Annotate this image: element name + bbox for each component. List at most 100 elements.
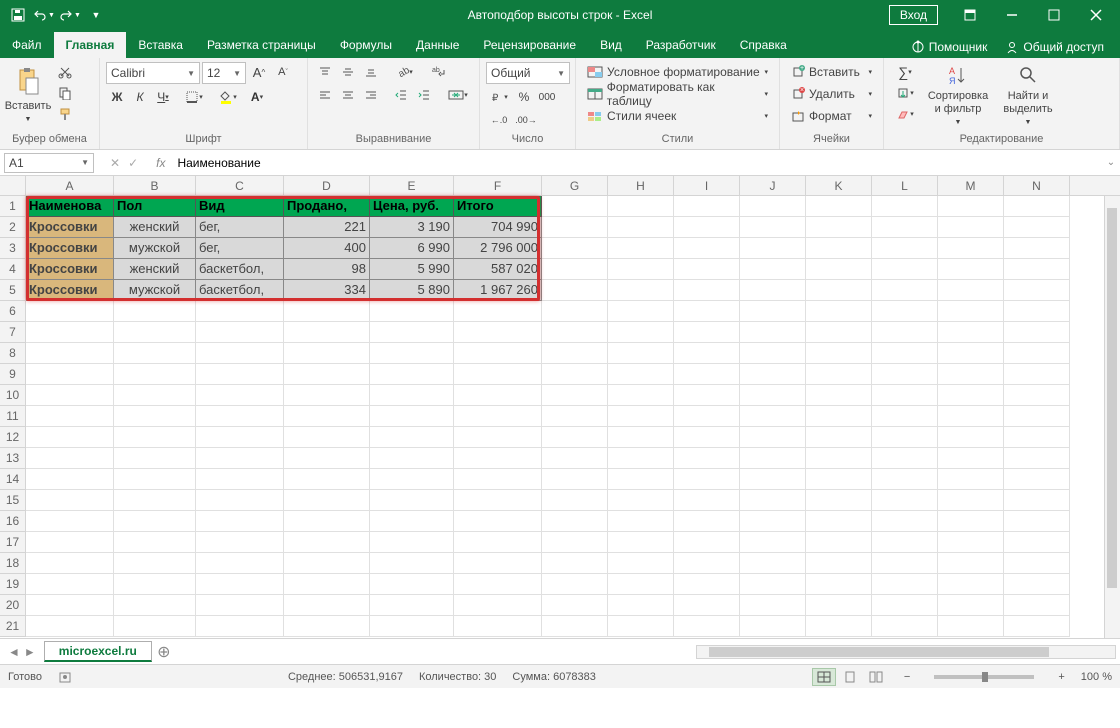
cell[interactable] [542,364,608,385]
cell[interactable] [370,532,454,553]
cell[interactable]: 5 990 [370,259,454,280]
col-header[interactable]: L [872,176,938,195]
row-header[interactable]: 12 [0,427,26,448]
cell[interactable] [196,553,284,574]
cell[interactable] [740,238,806,259]
clear-icon[interactable]: ▾ [890,104,920,124]
cell[interactable] [284,511,370,532]
cell[interactable] [674,490,740,511]
cell[interactable] [196,595,284,616]
cell[interactable] [608,553,674,574]
cell[interactable] [454,616,542,637]
cell[interactable]: Наименова [26,196,114,217]
zoom-slider[interactable] [934,675,1034,679]
cell[interactable] [674,448,740,469]
undo-icon[interactable]: ▼ [32,3,56,27]
cell[interactable] [114,511,196,532]
row-header[interactable]: 1 [0,196,26,217]
formula-expand-icon[interactable]: ⌄ [1102,157,1120,168]
cell[interactable] [938,511,1004,532]
cell[interactable]: 587 020 [454,259,542,280]
cell[interactable] [370,511,454,532]
cell[interactable] [284,448,370,469]
cell[interactable] [806,511,872,532]
cell[interactable] [370,364,454,385]
cell[interactable] [740,196,806,217]
cell[interactable] [938,469,1004,490]
cell[interactable] [674,553,740,574]
cell[interactable] [542,616,608,637]
col-header[interactable]: F [454,176,542,195]
cell[interactable] [674,469,740,490]
cell[interactable] [674,532,740,553]
format-painter-icon[interactable] [54,104,76,124]
cell[interactable] [370,469,454,490]
cell[interactable] [196,448,284,469]
cell[interactable] [608,595,674,616]
cell[interactable] [740,427,806,448]
row-header[interactable]: 9 [0,364,26,385]
col-header[interactable]: B [114,176,196,195]
cell[interactable] [1004,574,1070,595]
add-sheet-icon[interactable]: ⊕ [152,642,176,662]
row-header[interactable]: 14 [0,469,26,490]
cell[interactable] [872,490,938,511]
cell[interactable] [542,490,608,511]
cell[interactable] [608,448,674,469]
col-header[interactable]: A [26,176,114,195]
cell[interactable] [114,553,196,574]
row-header[interactable]: 15 [0,490,26,511]
cell[interactable] [938,343,1004,364]
cell[interactable] [608,217,674,238]
cell[interactable] [542,469,608,490]
cell[interactable] [370,616,454,637]
cell[interactable] [806,385,872,406]
cell[interactable] [114,385,196,406]
macro-record-icon[interactable] [58,670,72,684]
cell[interactable] [674,427,740,448]
cell[interactable] [806,196,872,217]
tab-вид[interactable]: Вид [588,32,634,58]
cell[interactable]: Кроссовки [26,259,114,280]
cell[interactable] [806,217,872,238]
cell[interactable] [740,280,806,301]
col-header[interactable]: K [806,176,872,195]
cell[interactable] [542,217,608,238]
cell[interactable] [806,553,872,574]
cell[interactable] [806,259,872,280]
cell[interactable] [674,238,740,259]
save-icon[interactable] [6,3,30,27]
col-header[interactable]: N [1004,176,1070,195]
cell[interactable] [938,427,1004,448]
cell[interactable] [806,238,872,259]
copy-icon[interactable] [54,83,76,103]
cell[interactable] [26,448,114,469]
cell[interactable] [806,364,872,385]
font-size-combo[interactable]: 12▼ [202,62,246,84]
worksheet-grid[interactable]: ABCDEFGHIJKLMN 1НаименоваПолВидПродано,Ц… [0,176,1120,638]
font-color-icon[interactable]: A▾ [243,87,271,107]
cell[interactable] [114,427,196,448]
cell[interactable]: 6 990 [370,238,454,259]
cell[interactable] [938,217,1004,238]
cell[interactable] [370,595,454,616]
fx-icon[interactable]: fx [150,156,171,170]
normal-view-icon[interactable] [812,668,836,686]
close-icon[interactable] [1076,1,1116,29]
merge-icon[interactable]: ▾ [443,85,473,105]
row-header[interactable]: 2 [0,217,26,238]
cell[interactable] [114,490,196,511]
cell[interactable] [454,364,542,385]
tab-разработчик[interactable]: Разработчик [634,32,728,58]
align-bottom-icon[interactable] [360,62,382,82]
cell[interactable] [542,280,608,301]
format-table-button[interactable]: Форматировать как таблицу▾ [582,84,773,104]
cell[interactable] [370,343,454,364]
cell[interactable] [608,343,674,364]
cell[interactable] [542,448,608,469]
cell[interactable] [1004,196,1070,217]
redo-icon[interactable]: ▼ [58,3,82,27]
cell[interactable] [806,301,872,322]
cell[interactable] [608,490,674,511]
cell[interactable] [740,448,806,469]
